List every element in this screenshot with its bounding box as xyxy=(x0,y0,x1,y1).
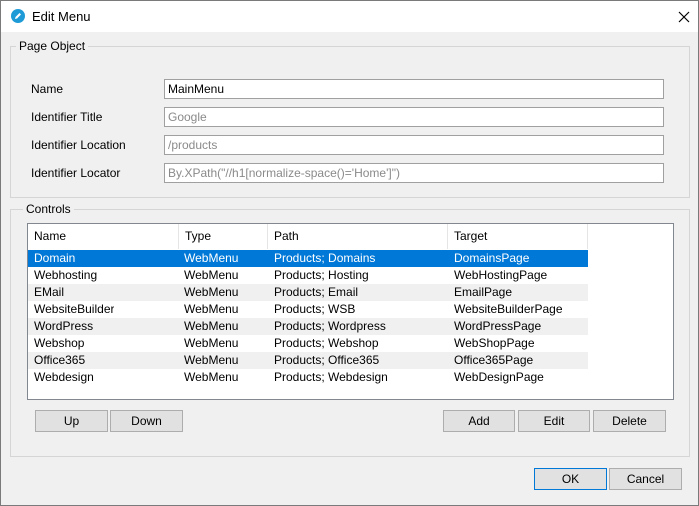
cell-name: Office365 xyxy=(34,353,86,367)
column-header-path[interactable]: Path xyxy=(268,224,448,249)
controls-legend: Controls xyxy=(23,202,74,216)
cell-name: Webdesign xyxy=(34,370,94,384)
column-header-type[interactable]: Type xyxy=(179,224,268,249)
close-icon[interactable] xyxy=(674,7,694,27)
cell-path: Products; WSB xyxy=(274,302,356,316)
add-button[interactable]: Add xyxy=(443,410,515,432)
list-item[interactable]: Domain WebMenu Products; Domains Domains… xyxy=(28,250,588,267)
cell-type: WebMenu xyxy=(184,319,239,333)
cancel-button[interactable]: Cancel xyxy=(609,468,682,490)
list-body: Domain WebMenu Products; Domains Domains… xyxy=(28,250,673,386)
controls-list[interactable]: Name Type Path Target Domain WebMenu Pro… xyxy=(27,223,674,400)
pencil-circle-icon xyxy=(11,9,25,23)
cell-type: WebMenu xyxy=(184,251,239,265)
edit-menu-dialog: Edit Menu Page Object Name Identifier Ti… xyxy=(0,0,699,506)
identifier-locator-field[interactable] xyxy=(164,163,664,183)
cell-type: WebMenu xyxy=(184,268,239,282)
cell-target: EmailPage xyxy=(454,285,513,299)
name-label: Name xyxy=(31,82,64,96)
cell-name: WebsiteBuilder xyxy=(34,302,115,316)
column-header-target[interactable]: Target xyxy=(448,224,588,249)
list-item[interactable]: Webhosting WebMenu Products; Hosting Web… xyxy=(28,267,588,284)
list-item[interactable]: Office365 WebMenu Products; Office365 Of… xyxy=(28,352,588,369)
cell-name: Webshop xyxy=(34,336,85,350)
cell-target: Office365Page xyxy=(454,353,534,367)
cell-target: WebDesignPage xyxy=(454,370,544,384)
title-bar[interactable]: Edit Menu xyxy=(1,1,698,32)
cell-name: Webhosting xyxy=(34,268,98,282)
cell-type: WebMenu xyxy=(184,370,239,384)
cell-type: WebMenu xyxy=(184,302,239,316)
identifier-title-label: Identifier Title xyxy=(31,110,103,124)
cell-type: WebMenu xyxy=(184,285,239,299)
cell-path: Products; Domains xyxy=(274,251,376,265)
edit-button[interactable]: Edit xyxy=(518,410,590,432)
cell-target: WordPressPage xyxy=(454,319,542,333)
identifier-location-field[interactable] xyxy=(164,135,664,155)
cell-path: Products; Office365 xyxy=(274,353,380,367)
cell-path: Products; Wordpress xyxy=(274,319,386,333)
cell-path: Products; Email xyxy=(274,285,359,299)
cell-name: EMail xyxy=(34,285,65,299)
cell-type: WebMenu xyxy=(184,353,239,367)
ok-button[interactable]: OK xyxy=(534,468,607,490)
list-item[interactable]: Webshop WebMenu Products; Webshop WebSho… xyxy=(28,335,588,352)
page-object-legend: Page Object xyxy=(16,39,89,53)
cell-path: Products; Webshop xyxy=(274,336,379,350)
window-title: Edit Menu xyxy=(32,9,91,24)
identifier-locator-label: Identifier Locator xyxy=(31,166,121,180)
cell-target: WebShopPage xyxy=(454,336,535,350)
list-item[interactable]: WordPress WebMenu Products; Wordpress Wo… xyxy=(28,318,588,335)
name-field[interactable] xyxy=(164,79,664,99)
cell-target: WebHostingPage xyxy=(454,268,548,282)
identifier-location-label: Identifier Location xyxy=(31,138,126,152)
list-item[interactable]: WebsiteBuilder WebMenu Products; WSB Web… xyxy=(28,301,588,318)
list-item[interactable]: Webdesign WebMenu Products; Webdesign We… xyxy=(28,369,588,386)
cell-target: WebsiteBuilderPage xyxy=(454,302,563,316)
list-item[interactable]: EMail WebMenu Products; Email EmailPage xyxy=(28,284,588,301)
cell-type: WebMenu xyxy=(184,336,239,350)
list-header: Name Type Path Target xyxy=(28,224,673,249)
cell-name: Domain xyxy=(34,251,76,265)
up-button[interactable]: Up xyxy=(35,410,108,432)
cell-target: DomainsPage xyxy=(454,251,530,265)
down-button[interactable]: Down xyxy=(110,410,183,432)
cell-path: Products; Hosting xyxy=(274,268,369,282)
cell-name: WordPress xyxy=(34,319,94,333)
cell-path: Products; Webdesign xyxy=(274,370,388,384)
delete-button[interactable]: Delete xyxy=(593,410,666,432)
column-header-name[interactable]: Name xyxy=(28,224,179,249)
identifier-title-field[interactable] xyxy=(164,107,664,127)
